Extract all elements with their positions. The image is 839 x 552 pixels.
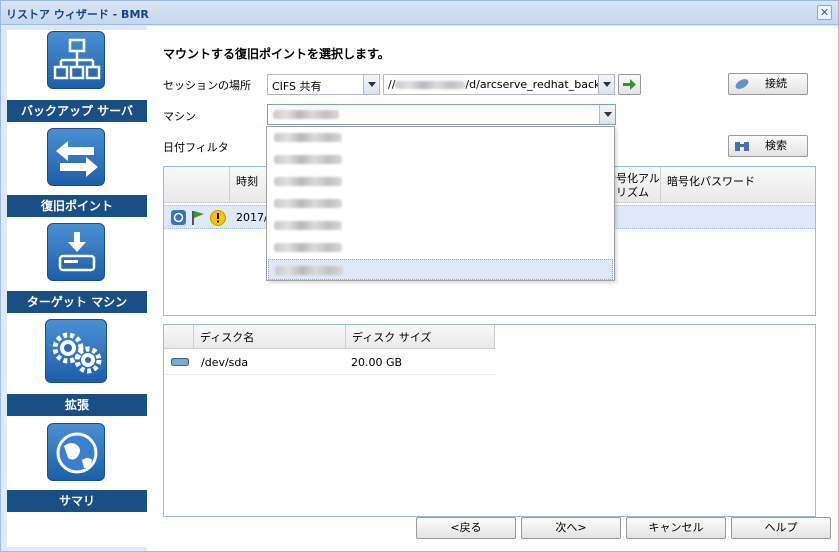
header-col-icon	[164, 325, 194, 348]
session-type-value: CIFS 共有	[272, 80, 322, 93]
step-label: ターゲット マシン	[7, 291, 147, 313]
chevron-down-icon[interactable]	[598, 75, 614, 94]
table-row[interactable]: /dev/sda 20.00 GB	[164, 350, 495, 375]
cancel-button[interactable]: キャンセル	[626, 517, 726, 539]
search-button[interactable]: 検索	[728, 135, 808, 157]
plug-icon	[735, 79, 749, 89]
step-advanced[interactable]: 拡張	[7, 313, 147, 418]
header-col-disk-name[interactable]: ディスク名	[194, 325, 346, 348]
machine-dropdown-list	[266, 126, 615, 281]
step-label: 復旧ポイント	[7, 195, 147, 217]
connect-label: 接続	[765, 77, 787, 90]
title-bar: リストア ウィザード - BMR ✕	[1, 1, 838, 25]
session-location-label: セッションの場所	[163, 79, 251, 92]
redacted-option	[274, 155, 342, 164]
machine-select[interactable]	[267, 104, 616, 125]
step-summary[interactable]: サマリ	[7, 418, 147, 518]
recovery-point-icon	[47, 128, 105, 186]
step-label: サマリ	[7, 490, 147, 512]
grid-header: ディスク名 ディスク サイズ	[164, 325, 495, 349]
target-machine-icon	[47, 223, 105, 281]
step-label: バックアップ サーバ	[7, 100, 147, 122]
redacted-machine	[273, 110, 339, 119]
dropdown-option[interactable]	[268, 237, 613, 258]
summary-globe-icon	[47, 423, 105, 481]
row-time: 2017/	[236, 211, 268, 224]
wizard-sidebar: バックアップ サーバ 復旧ポイント ターゲット マシン 拡張 サマリ	[7, 30, 147, 547]
go-arrow-button[interactable]	[618, 74, 641, 95]
header-col-encryption-password[interactable]: 暗号化パスワード	[661, 167, 815, 202]
redacted-option	[274, 199, 342, 208]
step-label: 拡張	[7, 394, 147, 416]
dropdown-option[interactable]	[268, 193, 613, 214]
redacted-host	[395, 81, 466, 89]
redacted-option	[274, 177, 342, 186]
session-type-select[interactable]: CIFS 共有	[267, 74, 380, 95]
close-button[interactable]: ✕	[817, 5, 832, 20]
dropdown-option[interactable]	[268, 215, 613, 236]
binoculars-icon	[735, 142, 749, 151]
disk-icon	[171, 358, 189, 366]
row-status-icons	[171, 210, 226, 226]
disk-name: /dev/sda	[201, 356, 249, 369]
redacted-option	[274, 243, 342, 252]
disk-grid: ディスク名 ディスク サイズ /dev/sda 20.00 GB	[163, 324, 816, 517]
dropdown-option[interactable]	[268, 171, 613, 192]
back-button[interactable]: <戻る	[416, 517, 516, 539]
window-title: リストア ウィザード - BMR	[6, 8, 149, 21]
chevron-down-icon[interactable]	[599, 105, 615, 124]
help-button[interactable]: ヘルプ	[731, 517, 831, 539]
session-path-value: // /d/arcserve_redhat_backu	[388, 78, 607, 91]
step-backup-server[interactable]: バックアップ サーバ	[7, 30, 147, 125]
redacted-option	[274, 221, 342, 230]
session-path-prefix: //	[388, 78, 396, 91]
dropdown-option[interactable]	[268, 149, 613, 170]
connect-button[interactable]: 接続	[728, 73, 808, 95]
redacted-option	[274, 133, 342, 142]
machine-label: マシン	[163, 110, 196, 123]
session-path-suffix: /d/arcserve_redhat_backu	[465, 78, 608, 91]
date-filter-label: 日付フィルタ	[163, 141, 229, 154]
step-target-machine[interactable]: ターゲット マシン	[7, 218, 147, 313]
disk-size: 20.00 GB	[351, 356, 403, 369]
redacted-option	[275, 266, 343, 275]
backup-server-icon	[47, 31, 105, 89]
search-label: 検索	[765, 139, 787, 152]
page-heading: マウントする復旧ポイントを選択します。	[163, 47, 390, 61]
header-col-disk-size[interactable]: ディスク サイズ	[346, 325, 495, 348]
next-button[interactable]: 次へ>	[521, 517, 621, 539]
step-recovery-point[interactable]: 復旧ポイント	[7, 125, 147, 218]
restore-wizard-window: リストア ウィザード - BMR ✕ バックアップ サーバ 復旧ポイント ターゲ…	[0, 0, 839, 552]
dropdown-option[interactable]	[268, 127, 613, 148]
session-path-select[interactable]: // /d/arcserve_redhat_backu	[383, 74, 615, 95]
chevron-down-icon[interactable]	[363, 75, 379, 94]
green-arrow-icon	[623, 79, 636, 90]
header-col-icons	[164, 167, 230, 202]
dropdown-option-selected[interactable]	[268, 259, 613, 280]
advanced-gears-icon	[45, 319, 107, 383]
